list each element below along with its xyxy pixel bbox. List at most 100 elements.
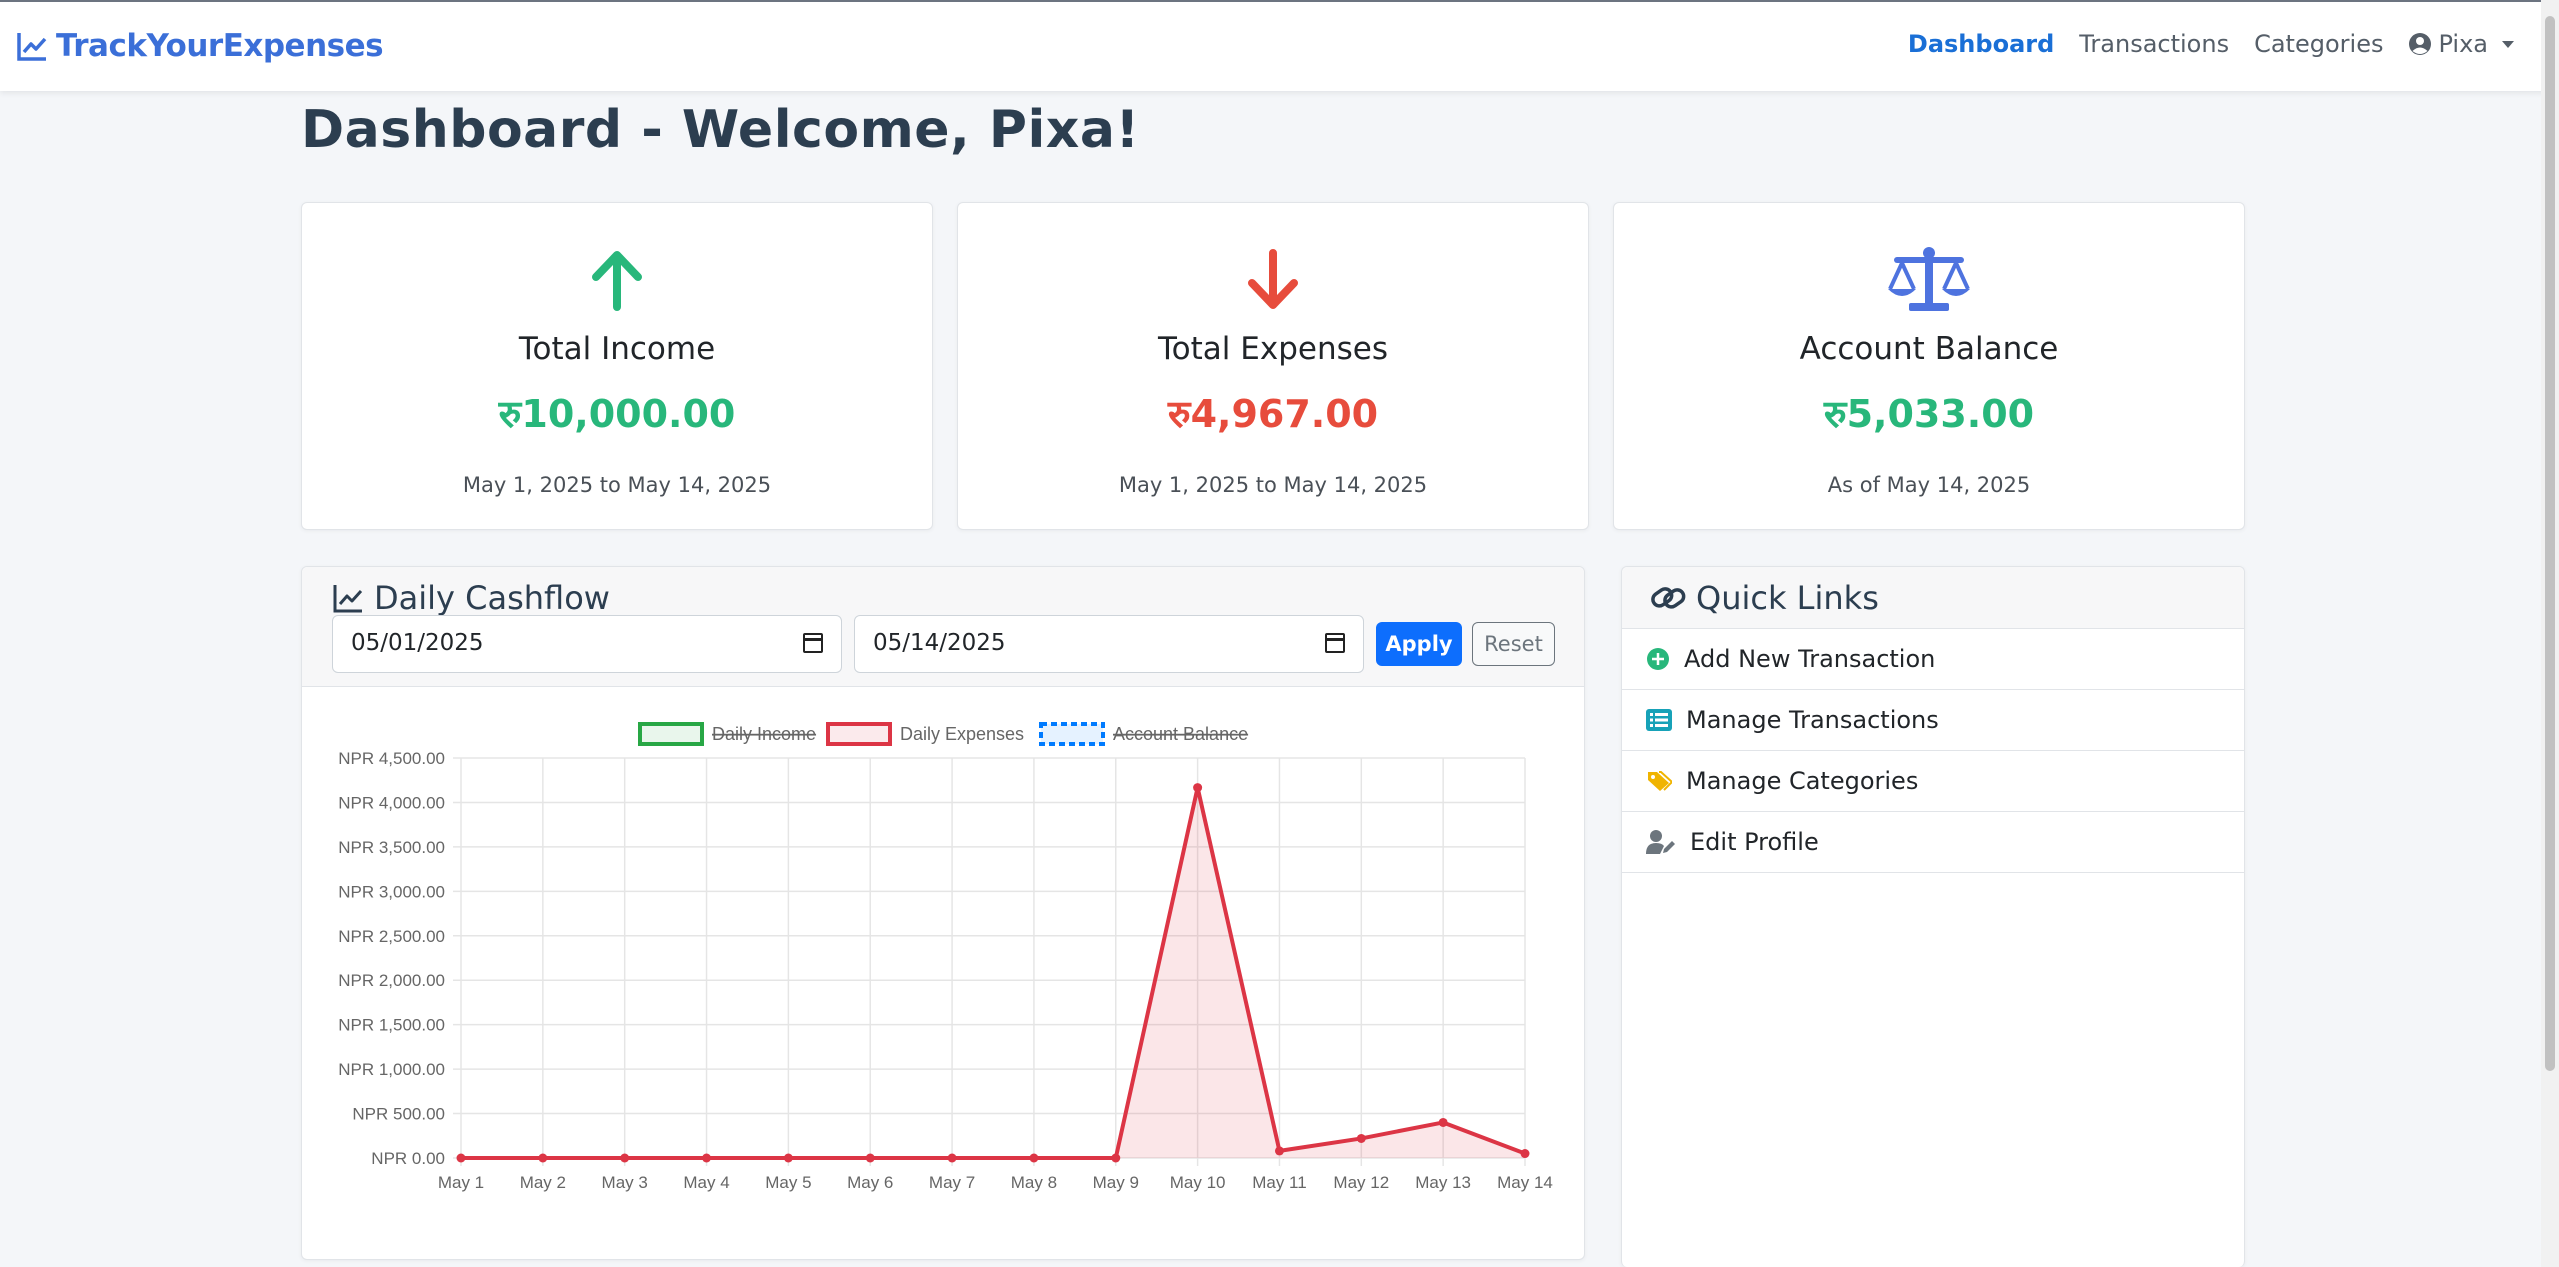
y-tick-label: NPR 2,000.00 bbox=[338, 971, 445, 990]
y-tick-label: NPR 4,500.00 bbox=[338, 749, 445, 768]
nav-menu: Dashboard Transactions Categories Pixa bbox=[1908, 30, 2514, 58]
user-menu[interactable]: Pixa bbox=[2408, 30, 2514, 58]
y-tick-label: NPR 0.00 bbox=[371, 1149, 445, 1168]
arrow-down-icon bbox=[1248, 249, 1298, 309]
x-tick-label: May 12 bbox=[1333, 1173, 1389, 1192]
user-name: Pixa bbox=[2438, 30, 2488, 58]
navbar: TrackYourExpenses Dashboard Transactions… bbox=[0, 0, 2559, 91]
end-date-value: 05/14/2025 bbox=[873, 630, 1006, 656]
y-tick-label: NPR 500.00 bbox=[352, 1105, 445, 1124]
y-tick-label: NPR 1,000.00 bbox=[338, 1060, 445, 1079]
cashflow-title: Daily Cashflow bbox=[332, 579, 610, 617]
legend-label: Daily Income bbox=[712, 724, 816, 744]
start-date-input[interactable]: 05/01/2025 bbox=[332, 615, 842, 673]
x-tick-label: May 13 bbox=[1415, 1173, 1471, 1192]
link-icon bbox=[1651, 586, 1686, 609]
cashflow-header: Daily Cashflow 05/01/2025 05/14/2025 App… bbox=[302, 567, 1584, 687]
expenses-point bbox=[947, 1153, 957, 1163]
quick-link-edit-profile[interactable]: Edit Profile bbox=[1622, 812, 2244, 873]
tags-icon bbox=[1648, 771, 1672, 791]
y-tick-label: NPR 2,500.00 bbox=[338, 927, 445, 946]
nav-categories[interactable]: Categories bbox=[2254, 30, 2383, 58]
quick-link-manage-transactions[interactable]: Manage Transactions bbox=[1622, 690, 2244, 751]
apply-button[interactable]: Apply bbox=[1376, 622, 1462, 666]
legend-swatch bbox=[638, 722, 704, 746]
income-period: May 1, 2025 to May 14, 2025 bbox=[462, 473, 772, 497]
expenses-point bbox=[456, 1153, 466, 1163]
cashflow-chart: NPR 0.00 NPR 500.00 NPR 1,000.00 NPR 1,500.… bbox=[338, 722, 1553, 1192]
line-chart-icon bbox=[17, 33, 47, 61]
expenses-point bbox=[702, 1153, 712, 1163]
expenses-point bbox=[1438, 1117, 1448, 1127]
balance-amount: रु5,033.00 bbox=[1823, 392, 2035, 436]
x-tick-label: May 2 bbox=[520, 1173, 566, 1192]
x-tick-label: May 14 bbox=[1497, 1173, 1553, 1192]
scrollbar-thumb[interactable] bbox=[2545, 16, 2555, 1071]
y-tick-label: NPR 3,000.00 bbox=[338, 882, 445, 901]
reset-button[interactable]: Reset bbox=[1472, 622, 1555, 666]
brand-logo[interactable]: TrackYourExpenses bbox=[16, 28, 384, 64]
cashflow-title-text: Daily Cashflow bbox=[374, 579, 610, 617]
x-tick-label: May 10 bbox=[1170, 1173, 1226, 1192]
scrollbar[interactable] bbox=[2541, 0, 2559, 1267]
start-date-value: 05/01/2025 bbox=[351, 630, 484, 656]
legend-label: Daily Expenses bbox=[900, 724, 1024, 744]
balance-scale-icon bbox=[1888, 247, 1970, 311]
x-tick-label: May 1 bbox=[438, 1173, 484, 1192]
nav-transactions[interactable]: Transactions bbox=[2079, 30, 2229, 58]
expenses-point bbox=[1193, 783, 1203, 793]
x-tick-label: May 5 bbox=[765, 1173, 811, 1192]
expenses-point bbox=[1029, 1153, 1039, 1163]
quick-link-label: Edit Profile bbox=[1690, 828, 1819, 856]
expenses-point bbox=[1356, 1133, 1366, 1143]
legend-swatch bbox=[1039, 722, 1105, 746]
income-amount: रु10,000.00 bbox=[498, 392, 736, 436]
line-chart-icon bbox=[333, 585, 363, 613]
expenses-point bbox=[783, 1153, 793, 1163]
legend-swatch bbox=[826, 722, 892, 746]
x-tick-label: May 9 bbox=[1093, 1173, 1139, 1192]
y-tick-label: NPR 4,000.00 bbox=[338, 793, 445, 812]
legend-label: Account Balance bbox=[1113, 724, 1248, 744]
expenses-point bbox=[1274, 1146, 1284, 1156]
expenses-period: May 1, 2025 to May 14, 2025 bbox=[1118, 473, 1428, 497]
calendar-icon[interactable] bbox=[803, 633, 823, 653]
balance-label: Account Balance bbox=[1799, 331, 2059, 367]
cashflow-panel: Daily Cashflow 05/01/2025 05/14/2025 App… bbox=[301, 566, 1585, 1260]
quick-link-label: Manage Transactions bbox=[1686, 706, 1939, 734]
brand-name: TrackYourExpenses bbox=[56, 28, 384, 64]
calendar-icon[interactable] bbox=[1325, 633, 1345, 653]
y-tick-label: NPR 1,500.00 bbox=[338, 1016, 445, 1035]
nav-dashboard[interactable]: Dashboard bbox=[1908, 30, 2054, 58]
x-tick-label: May 4 bbox=[683, 1173, 729, 1192]
expenses-line bbox=[461, 785, 1526, 1160]
page-title: Dashboard - Welcome, Pixa! bbox=[301, 100, 1140, 160]
x-tick-label: May 11 bbox=[1252, 1173, 1307, 1192]
arrow-up-icon bbox=[592, 251, 642, 311]
y-tick-label: NPR 3,500.00 bbox=[338, 838, 445, 857]
quick-link-manage-categories[interactable]: Manage Categories bbox=[1622, 751, 2244, 812]
plus-circle-icon bbox=[1647, 648, 1669, 670]
end-date-input[interactable]: 05/14/2025 bbox=[854, 615, 1364, 673]
quick-link-add-transaction[interactable]: Add New Transaction bbox=[1622, 629, 2244, 690]
quick-link-label: Manage Categories bbox=[1686, 767, 1919, 795]
x-tick-label: May 3 bbox=[602, 1173, 648, 1192]
x-tick-label: May 8 bbox=[1011, 1173, 1057, 1192]
expenses-point bbox=[1111, 1153, 1121, 1163]
expenses-point bbox=[538, 1153, 548, 1163]
expenses-area bbox=[461, 787, 1525, 1158]
expenses-card: Total Expenses रु4,967.00 May 1, 2025 to… bbox=[957, 202, 1589, 530]
income-label: Total Income bbox=[518, 331, 716, 367]
expenses-point bbox=[620, 1153, 630, 1163]
quick-link-label: Add New Transaction bbox=[1684, 645, 1936, 673]
expenses-point bbox=[865, 1153, 875, 1163]
user-circle-icon bbox=[2409, 33, 2432, 55]
expenses-point bbox=[1520, 1149, 1530, 1159]
quick-links-panel: Quick Links Add New Transaction Manage T… bbox=[1621, 566, 2245, 1267]
balance-period: As of May 14, 2025 bbox=[1827, 473, 2031, 497]
x-tick-label: May 7 bbox=[929, 1173, 975, 1192]
x-tick-label: May 6 bbox=[847, 1173, 893, 1192]
quick-links-header: Quick Links bbox=[1622, 567, 2244, 629]
income-card: Total Income रु10,000.00 May 1, 2025 to … bbox=[301, 202, 933, 530]
list-icon bbox=[1646, 709, 1672, 731]
